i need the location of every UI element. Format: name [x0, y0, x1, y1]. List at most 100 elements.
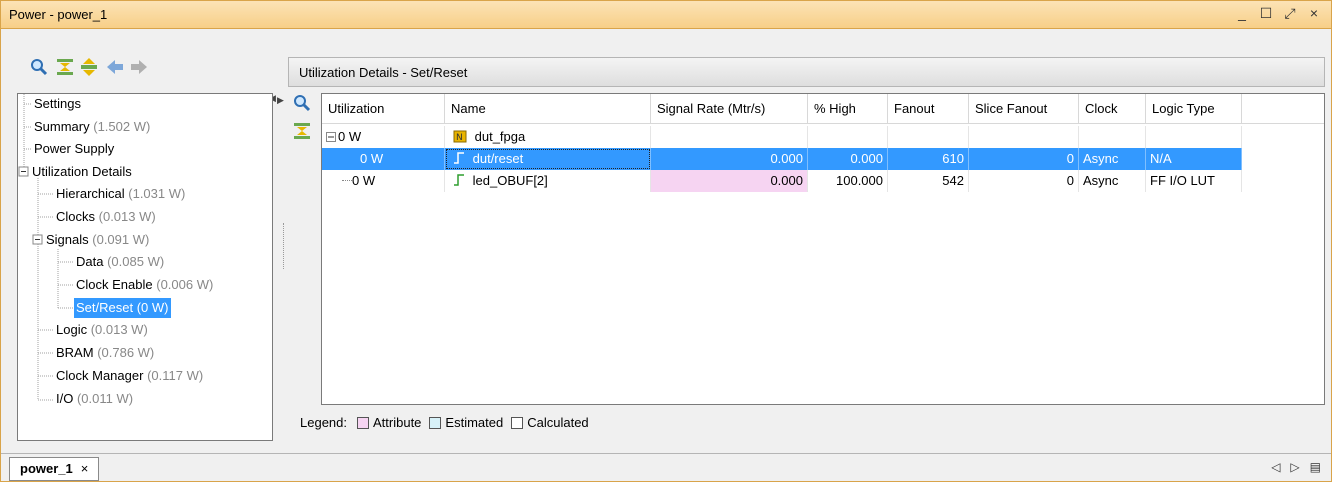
tree-item-label: Summary — [34, 119, 90, 134]
collapse-all-icon[interactable] — [55, 57, 75, 77]
tree-connector — [342, 180, 352, 181]
restore-icon[interactable]: ⤢ — [1283, 5, 1297, 22]
navigation-tree: Settings Summary (1.502 W) Power Supply … — [17, 93, 273, 441]
signal-rate-cell: 0.000 — [651, 170, 808, 192]
clock-cell: Async — [1079, 148, 1146, 170]
tree-expander-utilization — [18, 166, 29, 177]
scroll-right-icon[interactable]: ▷ — [1290, 460, 1299, 474]
tree-item-settings[interactable]: Settings — [34, 94, 81, 114]
expand-all-icon[interactable] — [79, 57, 99, 77]
table-row[interactable]: 0 W dut/reset 0.000 0.000 610 0 Async N/… — [322, 148, 1242, 170]
power-window: Power - power_1 _ ☐ ⤢ × ▶ Settings Summa… — [0, 0, 1332, 482]
name-cell: dut/reset — [445, 148, 651, 170]
col-header-logic-type[interactable]: Logic Type — [1146, 94, 1242, 124]
legend-label: Legend: — [300, 415, 347, 430]
logic-type-cell — [1146, 126, 1242, 148]
grid-side-toolbar — [292, 93, 316, 141]
collapse-right-arrow-icon[interactable]: ▶ — [277, 95, 284, 106]
minimize-icon[interactable]: _ — [1235, 5, 1249, 22]
clock-cell — [1079, 126, 1146, 148]
col-header-signal-rate[interactable]: Signal Rate (Mtr/s) — [651, 94, 808, 124]
signal-icon — [454, 152, 464, 164]
col-header-clock[interactable]: Clock — [1079, 94, 1146, 124]
tree-item-clock-manager[interactable]: Clock Manager (0.117 W) — [56, 366, 203, 386]
tree-item-hierarchical[interactable]: Hierarchical (1.031 W) — [56, 184, 185, 204]
tree-item-value: (0.117 W) — [147, 368, 204, 383]
tree-item-set-reset[interactable]: Set/Reset (0 W) — [74, 298, 171, 318]
close-icon[interactable]: × — [1307, 5, 1321, 22]
col-header-name[interactable]: Name — [445, 94, 651, 124]
tab-list-icon[interactable]: ▤ — [1310, 460, 1321, 474]
col-header-utilization[interactable]: Utilization — [322, 94, 445, 124]
tree-item-label: BRAM — [56, 345, 94, 360]
utilization-cell: 0 W — [322, 170, 445, 192]
tree-item-utilization-details[interactable]: Utilization Details — [32, 162, 132, 182]
tree-item-label: Hierarchical — [56, 186, 125, 201]
signal-rate-cell — [651, 126, 808, 148]
col-header-slice-fanout[interactable]: Slice Fanout — [969, 94, 1079, 124]
high-cell: 100.000 — [808, 170, 888, 192]
fanout-cell — [888, 126, 969, 148]
legend-calculated: Calculated — [527, 415, 589, 430]
slice-fanout-cell — [969, 126, 1079, 148]
tree-item-label: Utilization Details — [32, 164, 132, 179]
slice-fanout-cell: 0 — [969, 170, 1079, 192]
search-icon[interactable] — [292, 93, 312, 113]
tree-item-value: (0.085 W) — [107, 254, 165, 269]
tree-item-value: (0.011 W) — [76, 391, 134, 406]
col-header-high[interactable]: % High — [808, 94, 888, 124]
window-title: Power - power_1 — [9, 7, 108, 22]
left-toolbar — [9, 57, 275, 89]
tree-item-label: Settings — [34, 96, 81, 111]
tab-power-1[interactable]: power_1 × — [9, 457, 100, 481]
table-row[interactable]: 0 W led_OBUF[2] 0.000 100.000 542 0 Asyn… — [322, 170, 1242, 192]
panel-title: Utilization Details - Set/Reset — [299, 65, 468, 80]
module-icon: N — [453, 130, 467, 143]
slice-fanout-cell: 0 — [969, 148, 1079, 170]
utilization-value: 0 W — [352, 173, 376, 188]
tree-item-logic[interactable]: Logic (0.013 W) — [56, 320, 148, 340]
utilization-value: 0 W — [338, 129, 362, 144]
tree-item-clocks[interactable]: Clocks (0.013 W) — [56, 207, 156, 227]
tree-item-clock-enable[interactable]: Clock Enable (0.006 W) — [76, 275, 213, 295]
tree-item-data[interactable]: Data (0.085 W) — [76, 252, 164, 272]
signal-rate-cell: 0.000 — [651, 148, 808, 170]
tree-item-label: Power Supply — [34, 141, 115, 156]
utilization-table: Utilization Name Signal Rate (Mtr/s) % H… — [321, 93, 1325, 405]
tree-expander-icon[interactable] — [326, 132, 336, 142]
logic-type-cell: N/A — [1146, 148, 1242, 170]
legend-estimated: Estimated — [445, 415, 504, 430]
tree-item-signals[interactable]: Signals (0.091 W) — [46, 230, 149, 250]
tree-item-label: Clock Enable — [76, 277, 153, 292]
tree-item-power-supply[interactable]: Power Supply — [34, 139, 114, 159]
fanout-cell: 610 — [888, 148, 969, 170]
forward-arrow-icon[interactable] — [129, 57, 149, 77]
clock-cell: Async — [1079, 170, 1146, 192]
table-header: Utilization Name Signal Rate (Mtr/s) % H… — [322, 94, 1324, 124]
table-row[interactable]: 0 W N dut_fpga — [322, 126, 1242, 148]
tree-item-io[interactable]: I/O (0.011 W) — [56, 389, 133, 409]
attribute-swatch — [357, 416, 369, 429]
maximize-icon[interactable]: ☐ — [1259, 5, 1273, 22]
tree-item-bram[interactable]: BRAM (0.786 W) — [56, 343, 154, 363]
close-tab-icon[interactable]: × — [81, 461, 89, 476]
collapse-all-icon[interactable] — [292, 121, 312, 141]
name-cell: led_OBUF[2] — [445, 170, 651, 192]
name-value: led_OBUF[2] — [472, 173, 548, 188]
bottom-tab-bar: power_1 × ◁ ▷ ▤ — [1, 453, 1331, 481]
high-cell — [808, 126, 888, 148]
tree-item-label: Clock Manager — [56, 368, 144, 383]
back-arrow-icon[interactable] — [105, 57, 125, 77]
scroll-left-icon[interactable]: ◁ — [1271, 460, 1280, 474]
legend: Legend: Attribute Estimated Calculated — [300, 415, 589, 430]
tree-item-value: (0 W) — [136, 300, 169, 315]
col-header-fanout[interactable]: Fanout — [888, 94, 969, 124]
tree-item-label: I/O — [56, 391, 74, 406]
panel-splitter-handle[interactable] — [283, 223, 285, 269]
search-icon[interactable] — [29, 57, 49, 77]
name-value: dut_fpga — [474, 129, 526, 144]
tree-item-summary[interactable]: Summary (1.502 W) — [34, 117, 150, 137]
tab-label: power_1 — [20, 461, 73, 476]
legend-attribute: Attribute — [373, 415, 422, 430]
tree-item-label: Clocks — [56, 209, 96, 224]
